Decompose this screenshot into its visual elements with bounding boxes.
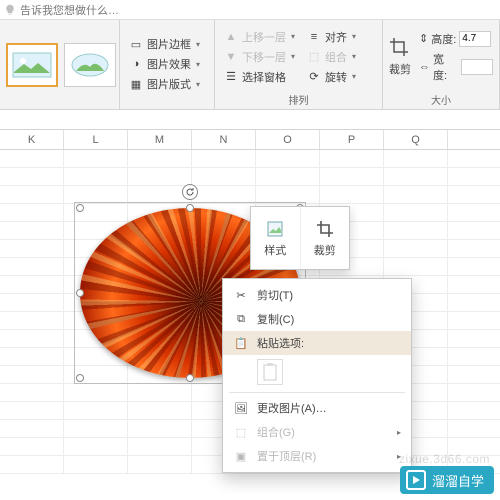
tell-me-bar[interactable]: 告诉我您想做什么… xyxy=(0,0,500,20)
width-icon: ⇔ xyxy=(419,61,430,73)
effects-icon: ◑ xyxy=(129,57,143,71)
selection-pane-button[interactable]: ☰选择窗格 xyxy=(221,68,298,86)
paste-icon: 📋 xyxy=(233,335,249,351)
col-header[interactable]: O xyxy=(256,130,320,149)
ctx-copy[interactable]: ⧉复制(C) xyxy=(223,307,411,331)
send-backward-button[interactable]: ▼下移一层▾ xyxy=(221,48,298,66)
mini-toolbar: 样式 裁剪 xyxy=(250,206,350,270)
height-input[interactable] xyxy=(459,31,491,47)
copy-icon: ⧉ xyxy=(233,311,249,327)
lightbulb-icon xyxy=(4,4,16,16)
crop-button[interactable]: 裁剪 xyxy=(389,61,411,77)
tell-me-placeholder: 告诉我您想做什么… xyxy=(20,2,119,18)
width-input[interactable] xyxy=(461,59,493,75)
cut-icon: ✂ xyxy=(233,287,249,303)
group-icon: ⬚ xyxy=(307,50,321,64)
group-button[interactable]: ⬚组合▾ xyxy=(304,48,359,66)
resize-handle[interactable] xyxy=(76,289,84,297)
ctx-bring-to-front: ▣置于顶层(R)▸ xyxy=(223,444,411,468)
align-button[interactable]: ≡对齐▾ xyxy=(304,28,359,46)
style-icon xyxy=(265,219,285,239)
picture-style-thumb[interactable] xyxy=(64,43,116,87)
ctx-group: ⬚组合(G)▸ xyxy=(223,420,411,444)
column-headers[interactable]: K L M N O P Q xyxy=(0,130,500,150)
change-picture-icon: 🖼 xyxy=(233,400,249,416)
picture-layout-button[interactable]: ▦图片版式▾ xyxy=(126,75,203,93)
landscape-icon xyxy=(12,52,52,78)
col-header[interactable]: Q xyxy=(384,130,448,149)
col-header[interactable]: N xyxy=(192,130,256,149)
ctx-paste-options-label: 📋粘贴选项: xyxy=(223,331,411,355)
layout-icon: ▦ xyxy=(129,77,143,91)
clipboard-icon xyxy=(262,363,278,381)
col-header[interactable]: P xyxy=(320,130,384,149)
worksheet[interactable]: K L M N O P Q xyxy=(0,130,500,500)
border-icon: ▭ xyxy=(129,37,143,51)
resize-handle[interactable] xyxy=(76,374,84,382)
mini-style-button[interactable]: 样式 xyxy=(251,207,301,269)
selection-pane-icon: ☰ xyxy=(224,70,238,84)
bring-front-icon: ▣ xyxy=(233,448,249,464)
rotate-icon: ⟳ xyxy=(307,70,321,84)
align-icon: ≡ xyxy=(307,30,321,44)
context-menu: ✂剪切(T) ⧉复制(C) 📋粘贴选项: 🖼更改图片(A)… ⬚组合(G)▸ ▣… xyxy=(222,278,412,473)
resize-handle[interactable] xyxy=(76,204,84,212)
mini-crop-button[interactable]: 裁剪 xyxy=(301,207,350,269)
picture-border-button[interactable]: ▭图片边框▾ xyxy=(126,35,203,53)
paste-option-button xyxy=(257,359,283,385)
ctx-change-picture[interactable]: 🖼更改图片(A)… xyxy=(223,396,411,420)
col-header[interactable]: K xyxy=(0,130,64,149)
resize-handle[interactable] xyxy=(186,374,194,382)
watermark-url: zixue.3d66.com xyxy=(399,452,490,466)
rotate-handle[interactable] xyxy=(182,184,198,200)
size-group-label: 大小 xyxy=(389,91,493,107)
group-icon: ⬚ xyxy=(233,424,249,440)
picture-effects-button[interactable]: ◑图片效果▾ xyxy=(126,55,203,73)
ribbon: ▭图片边框▾ ◑图片效果▾ ▦图片版式▾ ▲上移一层▾ ▼下移一层▾ ☰选择窗格… xyxy=(0,20,500,110)
col-header[interactable]: M xyxy=(128,130,192,149)
cell-grid[interactable]: 样式 裁剪 ✂剪切(T) ⧉复制(C) 📋粘贴选项: 🖼更改图片(A)… ⬚组合… xyxy=(0,150,500,500)
bring-forward-icon: ▲ xyxy=(224,30,238,44)
bring-forward-button[interactable]: ▲上移一层▾ xyxy=(221,28,298,46)
height-icon: ⇕ xyxy=(419,32,428,45)
resize-handle[interactable] xyxy=(186,204,194,212)
height-field[interactable]: ⇕高度: xyxy=(419,30,493,48)
picture-style-thumb[interactable] xyxy=(6,43,58,87)
landscape-oval-icon xyxy=(70,52,110,78)
col-header[interactable]: L xyxy=(64,130,128,149)
rotate-button[interactable]: ⟳旋转▾ xyxy=(304,68,359,86)
crop-icon xyxy=(315,219,335,239)
arrange-group-label: 排列 xyxy=(221,91,376,107)
ctx-cut[interactable]: ✂剪切(T) xyxy=(223,283,411,307)
crop-icon[interactable] xyxy=(389,37,411,59)
width-field[interactable]: ⇔宽度: xyxy=(419,50,493,84)
brand-badge: 溜溜自学 xyxy=(400,466,494,494)
play-icon xyxy=(406,470,426,490)
formula-bar[interactable] xyxy=(0,110,500,130)
send-backward-icon: ▼ xyxy=(224,50,238,64)
